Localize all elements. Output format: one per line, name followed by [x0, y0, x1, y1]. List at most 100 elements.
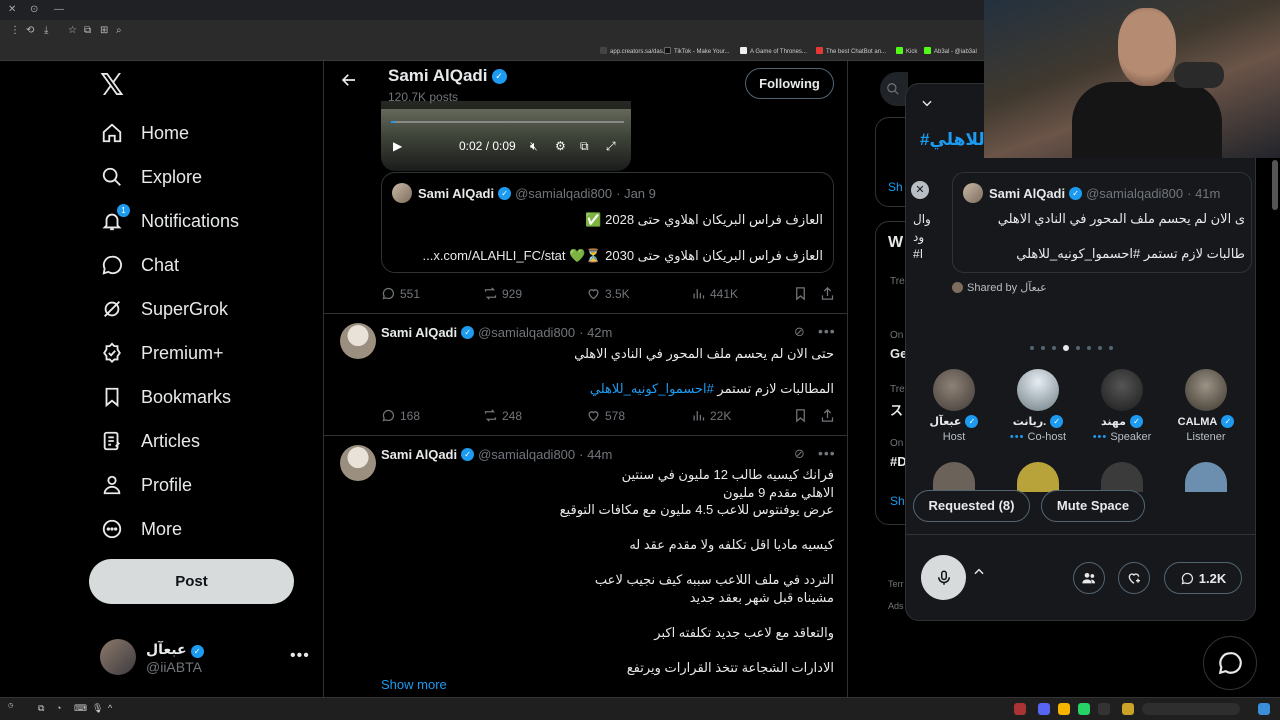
chevron-up-icon[interactable]: ^: [108, 703, 112, 713]
back-arrow-icon[interactable]: [340, 71, 358, 94]
star-icon[interactable]: ☆: [68, 25, 77, 36]
views-button[interactable]: 22K: [691, 408, 731, 423]
scrollbar[interactable]: [1272, 160, 1278, 210]
more-dots-icon[interactable]: •••: [818, 445, 836, 461]
more-dots-icon[interactable]: •••: [290, 647, 310, 665]
participant-listener[interactable]: CALMA ✓ Listener: [1166, 369, 1246, 443]
requested-button[interactable]: Requested (8): [913, 490, 1030, 522]
mute-space-button[interactable]: Mute Space: [1041, 490, 1145, 522]
tab-icon[interactable]: ⊙: [30, 4, 38, 15]
messages-fab[interactable]: [1203, 636, 1257, 690]
bookmark-item[interactable]: Ab3al - @iab3al: [924, 47, 977, 55]
avatar[interactable]: [340, 323, 376, 359]
pip-icon[interactable]: ⧉: [580, 139, 589, 154]
reply-button[interactable]: 551: [381, 286, 420, 301]
react-button[interactable]: [1118, 562, 1150, 594]
carousel-pager[interactable]: [1030, 345, 1113, 351]
extension-icon[interactable]: ⟲: [26, 25, 34, 36]
keyboard-icon[interactable]: ⌨: [74, 703, 87, 714]
repost-button[interactable]: 248: [483, 408, 522, 423]
bookmark-item[interactable]: TikTok - Make Your...: [664, 47, 729, 55]
folder-icon[interactable]: [1122, 703, 1134, 715]
wifi-icon[interactable]: ◔: [56, 703, 61, 713]
avatar[interactable]: [1101, 462, 1143, 492]
nav-supergrok[interactable]: SuperGrok: [100, 294, 228, 324]
post-button[interactable]: Post: [89, 559, 294, 604]
bookmark-item[interactable]: app.creators.sa/das...: [600, 47, 668, 55]
nav-premium[interactable]: Premium+: [100, 338, 224, 368]
participant-speaker[interactable]: مهند ✓ ••• Speaker: [1082, 369, 1162, 443]
grok-icon[interactable]: ⊘: [794, 446, 805, 462]
video-progress-bar[interactable]: [391, 121, 624, 123]
account-switcher[interactable]: عبعآل ✓ @iiABTA •••: [100, 639, 315, 679]
post[interactable]: Sami AlQadi ✓ @samialqadi800 · 44m ⊘ ••• …: [324, 435, 847, 697]
bookmark-item[interactable]: The best ChatBot an...: [816, 47, 886, 55]
avatar[interactable]: [933, 462, 975, 492]
discord-icon[interactable]: [1038, 703, 1050, 715]
chevron-up-icon[interactable]: [972, 565, 986, 582]
video-player[interactable]: ▶ 0:02 / 0:09 🔇︎ ⚙ ⧉ ⤢: [381, 101, 631, 171]
zoom-icon[interactable]: ⌕: [116, 25, 122, 36]
play-icon[interactable]: ▶: [393, 139, 402, 153]
windows-start-icon[interactable]: [1258, 703, 1270, 715]
nav-articles[interactable]: Articles: [100, 426, 200, 456]
bookmark-button[interactable]: [793, 286, 812, 301]
fullscreen-icon[interactable]: ⤢: [606, 139, 616, 154]
close-icon[interactable]: ✕: [911, 181, 929, 199]
avatar[interactable]: [1017, 462, 1059, 492]
nav-explore[interactable]: Explore: [100, 162, 202, 192]
reply-button[interactable]: 168: [381, 408, 420, 423]
avatar[interactable]: [1185, 462, 1227, 492]
nav-more[interactable]: More: [100, 514, 182, 544]
participant-host[interactable]: عبعآل ✓ Host: [914, 369, 994, 443]
participant-cohost[interactable]: ريانت. ✓ ••• Co-host: [998, 369, 1078, 443]
chevron-down-icon[interactable]: [920, 96, 934, 113]
hashtag-link[interactable]: #احسموا_كونيه_للاهلي: [590, 381, 714, 396]
chrome-icon[interactable]: [1058, 703, 1070, 715]
x-logo-icon[interactable]: 𝕏: [97, 71, 127, 101]
bookmark-button[interactable]: [793, 408, 812, 423]
settings-icon[interactable]: ⚙: [555, 139, 566, 153]
heart-icon: [588, 289, 599, 300]
display-icon[interactable]: ⧉: [38, 703, 44, 714]
profile-name: Sami AlQadi ✓: [388, 66, 507, 86]
quote-header: Sami AlQadi ✓ @samialqadi800 · Jan 9: [418, 186, 656, 201]
grok-icon[interactable]: ⊘: [794, 324, 805, 340]
obs-icon[interactable]: [1098, 703, 1110, 715]
bookmark-item[interactable]: Kick: [896, 47, 917, 55]
bookmark-item[interactable]: A Game of Thrones...: [740, 47, 807, 55]
avatar: [1185, 369, 1227, 411]
microphone-icon[interactable]: 🎙︎: [92, 703, 103, 714]
like-button[interactable]: 578: [586, 408, 625, 423]
download-icon[interactable]: ⤓: [44, 25, 48, 36]
nav-home[interactable]: Home: [100, 118, 189, 148]
nav-chat[interactable]: Chat: [100, 250, 179, 280]
install-icon[interactable]: ⊞: [100, 25, 108, 36]
mute-icon[interactable]: 🔇︎: [530, 139, 538, 154]
comments-button[interactable]: 1.2K: [1164, 562, 1242, 594]
nav-profile[interactable]: Profile: [100, 470, 192, 500]
quoted-post[interactable]: Sami AlQadi ✓ @samialqadi800 · Jan 9 العا…: [381, 172, 834, 273]
nav-notifications[interactable]: 1 Notifications: [100, 204, 239, 236]
repost-button[interactable]: 929: [483, 286, 522, 301]
nav-bookmarks[interactable]: Bookmarks: [100, 382, 231, 412]
following-button[interactable]: Following: [745, 68, 834, 99]
share-button[interactable]: [820, 408, 839, 423]
people-button[interactable]: [1073, 562, 1105, 594]
views-button[interactable]: 441K: [691, 286, 738, 301]
whatsapp-icon[interactable]: [1078, 703, 1090, 715]
avatar[interactable]: [340, 445, 376, 481]
share-icon[interactable]: ⧉: [84, 25, 91, 36]
taskbar-search[interactable]: [1142, 703, 1240, 715]
more-dots-icon[interactable]: •••: [818, 323, 836, 339]
like-button[interactable]: 3.5K: [586, 286, 630, 301]
avatar: [1017, 369, 1059, 411]
microphone-button[interactable]: [921, 555, 966, 600]
close-window-icon[interactable]: ✕: [8, 4, 16, 15]
menu-dots-icon[interactable]: ⋮: [10, 25, 20, 36]
minimize-icon[interactable]: —: [54, 4, 64, 15]
app-icon[interactable]: [1014, 703, 1026, 715]
pinned-post-card[interactable]: Sami AlQadi ✓ @samialqadi800 · 41m ى الان…: [952, 172, 1252, 273]
show-more-link[interactable]: Show more: [381, 677, 447, 692]
share-button[interactable]: [820, 286, 839, 301]
